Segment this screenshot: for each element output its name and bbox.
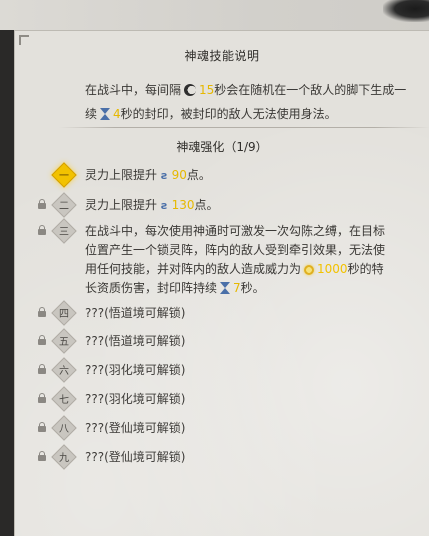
tier-numeral: 一 [59,171,69,182]
moon-icon [184,84,197,96]
seal-value: 7 [233,281,241,295]
tier-text-line: 秒。 [240,281,265,295]
tier-text: ???(悟道境可解锁) [85,306,186,320]
tier-row-9[interactable]: 九 ???(登仙境可解锁) [15,444,429,470]
background-top [0,0,429,30]
tier-numeral: 七 [59,395,69,406]
tier-text-pre: 灵力上限提升 [85,198,158,212]
tier-text-line: 长资质伤害，封印阵持续 [85,281,218,295]
tier-row-2[interactable]: 二 灵力上限提升 ꙅ 130点。 [15,192,429,218]
tier-numeral: 五 [59,337,69,348]
tier-numeral: 二 [59,201,69,212]
hourglass-icon [220,282,231,294]
skill-info-panel: 神魂技能说明 在战斗中，每间隔 15秒会在随机在一个敌人的脚下生成一 续 4秒的封印… [14,30,429,536]
tier-value: 90 [171,168,187,182]
interval-value: 15 [199,83,215,97]
tier-text: 灵力上限提升 ꙅ 130点。 [85,196,425,215]
tier-numeral: 三 [59,227,69,238]
tier-row-4[interactable]: 四 ???(悟道境可解锁) [15,300,429,326]
spirit-s-icon: ꙅ [161,199,168,212]
skill-description: 在战斗中，每间隔 15秒会在随机在一个敌人的脚下生成一 续 4秒的封印，被封印的敌人… [85,78,429,126]
tier-row-8[interactable]: 八 ???(登仙境可解锁) [15,415,429,441]
tier-numeral: 四 [59,309,69,320]
tier-text-pre: 灵力上限提升 [85,168,158,182]
divider [59,127,429,128]
lock-icon [38,335,46,345]
tier-text: 在战斗中，每次使用神通时可激发一次勾陈之缚，在目标 位置产生一个锁灵阵，阵内的敌… [85,222,425,298]
spirit-s-icon: ꙅ [161,169,168,182]
hourglass-icon [100,108,111,120]
tier-text-line: 在战斗中，每次使用神通时可激发一次勾陈之缚，在目标 [85,224,386,238]
duration-value: 4 [113,107,121,121]
tier-text-post: 点。 [194,198,219,212]
lock-icon [38,225,46,235]
lock-icon [38,364,46,374]
tier-numeral: 六 [59,366,69,377]
tier-numeral: 九 [59,453,69,464]
tier-row-6[interactable]: 六 ???(羽化境可解锁) [15,357,429,383]
tier-text-line: 用任何技能，并对阵内的敌人造成威力为 [85,262,302,276]
tier-text-line: 位置产生一个锁灵阵，阵内的敌人受到牵引效果，无法使 [85,243,386,257]
tier-numeral: 八 [59,424,69,435]
tier-text: ???(登仙境可解锁) [85,421,186,435]
enhance-subtitle: 神魂强化（1/9） [176,140,268,154]
tier-text-line: 秒的特 [347,262,384,276]
sun-icon [304,265,315,275]
tier-row-5[interactable]: 五 ???(悟道境可解锁) [15,328,429,354]
desc-text: 续 [85,107,98,121]
power-value: 1000 [317,262,348,276]
tier-text: ???(羽化境可解锁) [85,392,186,406]
lock-icon [38,422,46,432]
tier-text: 灵力上限提升 ꙅ 90点。 [85,166,425,185]
desc-text: 秒会在随机在一个敌人的脚下生成一 [214,83,407,97]
tier-text-post: 点。 [186,168,211,182]
desc-text: 在战斗中，每间隔 [85,83,182,97]
tier-text: ???(悟道境可解锁) [85,334,186,348]
tier-text: ???(登仙境可解锁) [85,450,186,464]
lock-icon [38,307,46,317]
tier-value: 130 [171,198,195,212]
panel-title: 神魂技能说明 [184,49,260,63]
corner-ornament [19,35,29,45]
tier-row-1[interactable]: 一 灵力上限提升 ꙅ 90点。 [15,162,429,188]
ink-decoration [383,0,429,22]
tier-text: ???(羽化境可解锁) [85,363,186,377]
desc-text: 秒的封印，被封印的敌人无法使用身法。 [120,107,337,121]
tier-row-7[interactable]: 七 ???(羽化境可解锁) [15,386,429,412]
tier-row-3[interactable]: 三 在战斗中，每次使用神通时可激发一次勾陈之缚，在目标 位置产生一个锁灵阵，阵内… [15,218,429,301]
lock-icon [38,451,46,461]
lock-icon [38,199,46,209]
lock-icon [38,393,46,403]
